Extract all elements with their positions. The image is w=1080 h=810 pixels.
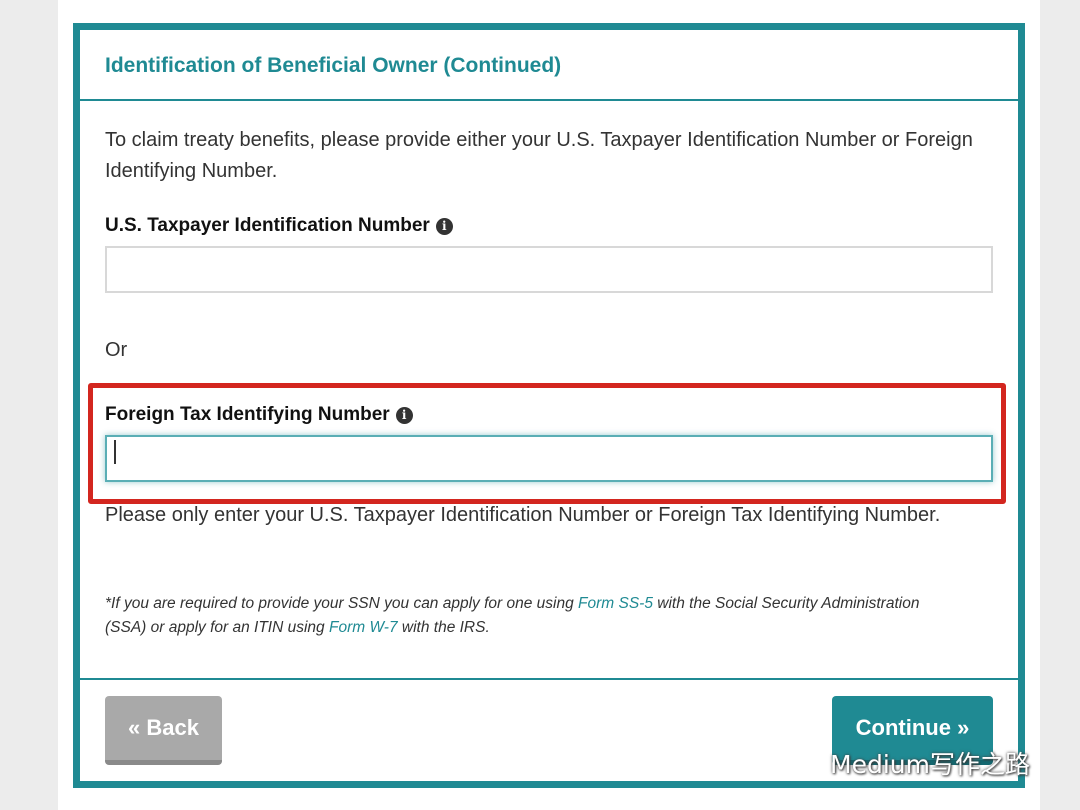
footer-divider <box>80 678 1018 680</box>
watermark-text: Medium写作之路 <box>830 750 1030 779</box>
wechat-icon <box>783 750 820 777</box>
watermark: Medium写作之路 <box>782 745 1062 781</box>
card-title: Identification of Beneficial Owner (Cont… <box>105 54 562 77</box>
footnote-text-1: *If you are required to provide your SSN… <box>105 595 579 612</box>
back-button[interactable]: « Back <box>105 696 222 765</box>
foreign-tin-label-row: Foreign Tax Identifying Number i <box>105 404 413 426</box>
footnote: *If you are required to provide your SSN… <box>105 592 965 640</box>
text-caret <box>114 440 116 464</box>
card-header: Identification of Beneficial Owner (Cont… <box>80 30 1018 101</box>
info-icon[interactable]: i <box>395 406 413 424</box>
footnote-text-3: with the IRS. <box>397 619 490 636</box>
intro-text: To claim treaty benefits, please provide… <box>105 129 973 182</box>
foreign-tin-input[interactable] <box>105 435 993 482</box>
or-text: Or <box>105 339 128 361</box>
form-ss5-link[interactable]: Form SS-5 <box>578 595 653 612</box>
form-w7-link[interactable]: Form W-7 <box>329 619 398 636</box>
foreign-tin-label: Foreign Tax Identifying Number <box>105 404 390 425</box>
note-text: Please only enter your U.S. Taxpayer Ide… <box>105 504 941 526</box>
info-icon[interactable]: i <box>435 217 453 235</box>
us-tin-input[interactable] <box>105 246 993 293</box>
us-tin-label: U.S. Taxpayer Identification Number <box>105 215 430 236</box>
beneficial-owner-card: Identification of Beneficial Owner (Cont… <box>73 23 1025 788</box>
us-tin-label-row: U.S. Taxpayer Identification Number i <box>105 215 453 237</box>
